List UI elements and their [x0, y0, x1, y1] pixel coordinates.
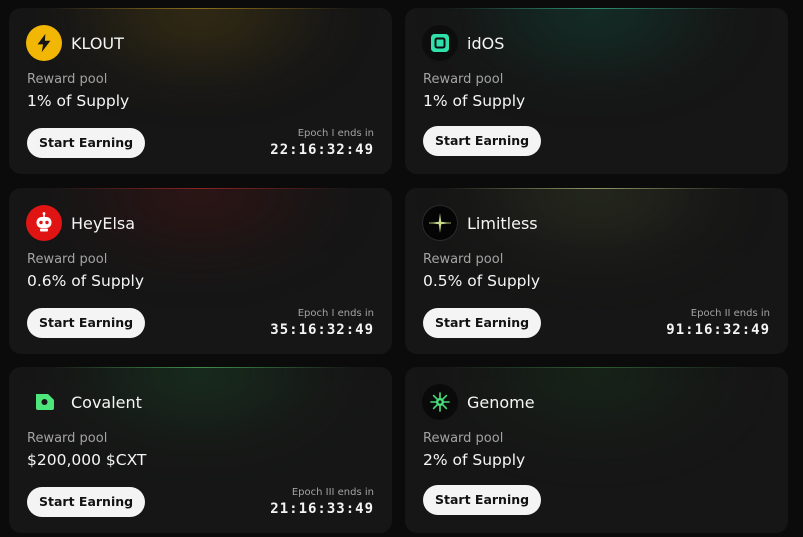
- card-header: idOS: [422, 25, 504, 61]
- genome-burst-icon: [422, 384, 458, 420]
- reward-pool-label: Reward pool: [423, 431, 504, 446]
- start-earning-button[interactable]: Start Earning: [27, 128, 146, 158]
- project-name: Genome: [467, 392, 535, 412]
- project-name: HeyElsa: [71, 213, 136, 233]
- card-edge-highlight: [445, 367, 748, 368]
- lightning-bolt-icon: [26, 25, 62, 61]
- reward-pool-value: 0.6% of Supply: [27, 272, 144, 290]
- reward-pool-label: Reward pool: [27, 252, 108, 267]
- covalent-shape-icon: [26, 384, 62, 420]
- start-earning-button[interactable]: Start Earning: [423, 485, 542, 515]
- reward-pool-value: 2% of Supply: [423, 451, 526, 469]
- epoch-label: Epoch II ends in: [690, 308, 770, 319]
- epoch-label: Epoch I ends in: [297, 128, 374, 139]
- campaign-card-heyelsa[interactable]: HeyElsa Reward pool 0.6% of Supply Start…: [9, 188, 392, 354]
- card-edge-highlight: [49, 367, 352, 368]
- campaign-card-idos[interactable]: idOS Reward pool 1% of Supply Start Earn…: [405, 8, 788, 174]
- campaign-card-limitless[interactable]: Limitless Reward pool 0.5% of Supply Sta…: [405, 188, 788, 354]
- robot-face-icon: [26, 205, 62, 241]
- start-earning-button[interactable]: Start Earning: [423, 126, 542, 156]
- project-name: Limitless: [467, 213, 538, 233]
- start-earning-button[interactable]: Start Earning: [27, 487, 146, 517]
- card-header: Genome: [422, 384, 535, 420]
- start-earning-button[interactable]: Start Earning: [27, 308, 146, 338]
- campaign-grid: KLOUT Reward pool 1% of Supply Start Ear…: [0, 0, 803, 537]
- epoch-timer: 35:16:32:49: [270, 322, 374, 338]
- card-edge-highlight: [445, 8, 748, 9]
- epoch-countdown: Epoch III ends in 21:16:33:49: [270, 487, 374, 519]
- sparkle-star-icon: [422, 205, 458, 241]
- card-edge-highlight: [49, 8, 352, 9]
- project-name: KLOUT: [71, 33, 124, 53]
- epoch-timer: 91:16:32:49: [666, 322, 770, 338]
- reward-pool-value: 1% of Supply: [423, 92, 526, 110]
- epoch-countdown: Epoch I ends in 22:16:32:49: [270, 128, 374, 160]
- reward-pool-label: Reward pool: [423, 252, 504, 267]
- reward-pool-label: Reward pool: [423, 72, 504, 87]
- epoch-timer: 21:16:33:49: [270, 501, 374, 517]
- card-header: Limitless: [422, 205, 538, 241]
- epoch-label: Epoch III ends in: [291, 487, 374, 498]
- project-name: idOS: [467, 33, 505, 53]
- campaign-card-klout[interactable]: KLOUT Reward pool 1% of Supply Start Ear…: [9, 8, 392, 174]
- reward-pool-value: $200,000 $CXT: [27, 451, 147, 469]
- campaign-card-covalent[interactable]: Covalent Reward pool $200,000 $CXT Start…: [9, 367, 392, 533]
- campaign-card-genome[interactable]: Genome Reward pool 2% of Supply Start Ea…: [405, 367, 788, 533]
- epoch-timer: 22:16:32:49: [270, 142, 374, 158]
- epoch-countdown: Epoch I ends in 35:16:32:49: [270, 308, 374, 340]
- project-name: Covalent: [71, 392, 142, 412]
- reward-pool-value: 0.5% of Supply: [423, 272, 540, 290]
- reward-pool-label: Reward pool: [27, 72, 108, 87]
- start-earning-button[interactable]: Start Earning: [423, 308, 542, 338]
- card-edge-highlight: [445, 188, 748, 189]
- card-header: Covalent: [26, 384, 142, 420]
- reward-pool-value: 1% of Supply: [27, 92, 130, 110]
- reward-pool-label: Reward pool: [27, 431, 108, 446]
- card-edge-highlight: [49, 188, 352, 189]
- card-header: HeyElsa: [26, 205, 135, 241]
- epoch-label: Epoch I ends in: [297, 308, 374, 319]
- epoch-countdown: Epoch II ends in 91:16:32:49: [666, 308, 770, 340]
- card-header: KLOUT: [26, 25, 124, 61]
- idos-square-icon: [422, 25, 458, 61]
